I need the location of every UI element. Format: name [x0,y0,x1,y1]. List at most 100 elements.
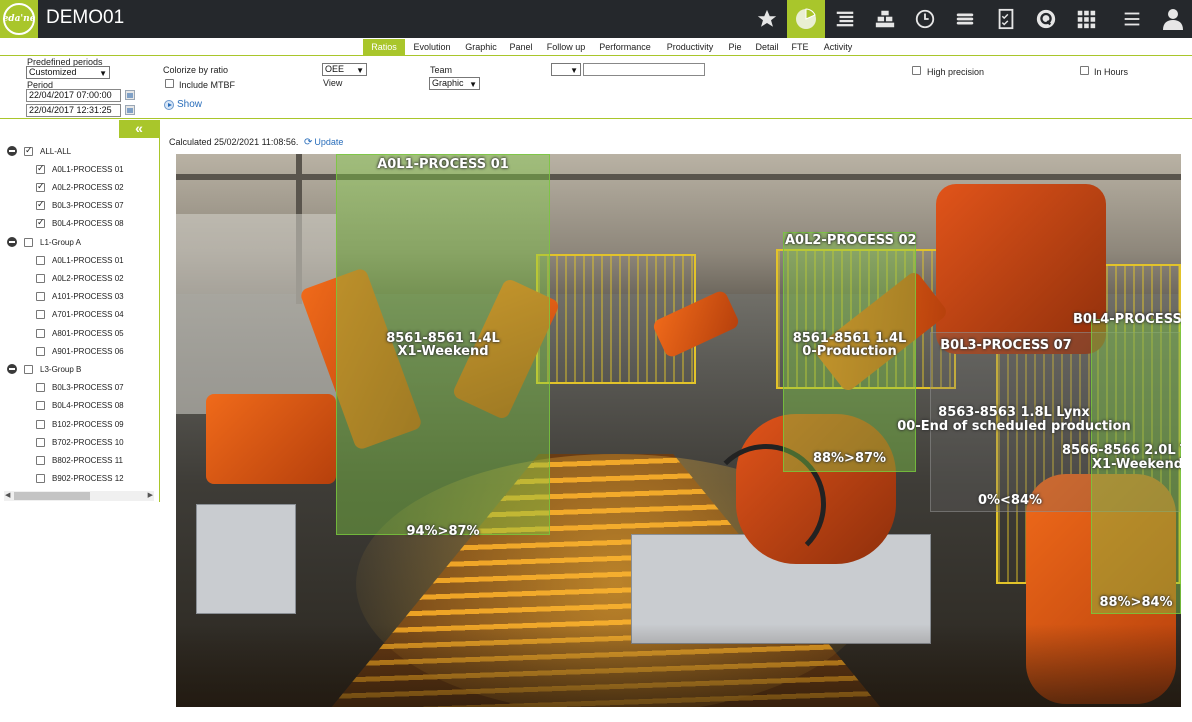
calendar-icon[interactable] [125,90,135,100]
tree-checkbox[interactable] [36,474,45,484]
tab-fte[interactable]: FTE [789,39,811,55]
zone-product: 8563-8563 1.8L Lynx [938,405,1090,420]
tree-checkbox[interactable] [36,199,45,211]
tree-item-label: B0L4-PROCESS 08 [52,401,124,411]
tree-checkbox[interactable] [36,181,45,192]
factory-image: A0L1-PROCESS 01 8561-8561 1.4L X1-Weeken… [176,154,1181,707]
clock-icon[interactable] [906,0,944,38]
tab-ratios[interactable]: Ratios [363,39,405,55]
scroll-left-icon[interactable]: ◀ [5,491,10,499]
tree-checkbox[interactable] [36,255,45,265]
tab-productivity[interactable]: Productivity [661,39,719,55]
tree-checkbox[interactable] [24,145,33,156]
quality-q-icon[interactable] [1027,0,1065,38]
star-icon[interactable] [748,0,786,38]
in-hours-checkbox[interactable] [1080,66,1089,75]
tree-item[interactable]: B0L4-PROCESS 08 [36,217,124,231]
collapse-sidebar-button[interactable]: « [119,120,159,138]
update-button[interactable]: ⟳ Update [304,137,343,148]
tree-item[interactable]: B702-PROCESS 10 [36,435,124,449]
zone-ratio: 88%>87% [812,451,887,466]
tree-item[interactable]: A0L1-PROCESS 01 [36,253,124,267]
team-label: Team [430,65,453,75]
tab-performance[interactable]: Performance [596,39,654,55]
tree-item-label: B0L4-PROCESS 08 [52,219,124,229]
calculated-timestamp: Calculated 25/02/2021 11:08:56. [169,137,299,147]
tree-item[interactable]: A901-PROCESS 06 [36,344,124,358]
tree-checkbox[interactable] [36,273,45,283]
tree-item[interactable]: A0L2-PROCESS 02 [36,271,124,285]
zone-title: B0L3-PROCESS 07 [940,338,1072,353]
list-bars-icon[interactable] [826,0,864,38]
grid-icon[interactable] [1067,0,1105,38]
tree-item-label: B802-PROCESS 11 [52,455,123,465]
tree-item[interactable]: B0L3-PROCESS 07 [36,381,124,395]
tree-item-label: A0L1-PROCESS 01 [52,255,124,265]
tree-item[interactable]: A0L2-PROCESS 02 [36,180,124,194]
calendar-icon[interactable] [125,105,135,115]
floor-shadow [176,624,1181,707]
period-end-input[interactable]: 22/04/2017 12:31:25 [26,104,121,117]
tree-item[interactable]: A801-PROCESS 05 [36,326,124,340]
tree-item-label: A801-PROCESS 05 [52,328,124,338]
tree-checkbox[interactable] [36,292,45,302]
tree-item[interactable]: B802-PROCESS 11 [36,453,123,467]
tab-graphic[interactable]: Graphic [462,39,500,55]
tab-detail[interactable]: Detail [752,39,782,55]
user-icon[interactable] [1154,0,1192,38]
tree-checkbox[interactable] [36,455,45,465]
collapse-minus-icon[interactable] [7,364,17,375]
coins-icon[interactable] [946,0,984,38]
tree-checkbox[interactable] [24,237,33,247]
app-title: DEMO01 [46,7,125,28]
stack-icon[interactable] [866,0,904,38]
team-select[interactable]: ▼ [551,63,581,76]
scroll-right-icon[interactable]: ▶ [148,491,153,499]
menu-icon[interactable] [1113,0,1151,38]
tree-item-label: L1-Group A [40,237,81,247]
view-select[interactable]: Graphic ▼ [429,77,480,90]
scrollbar-thumb[interactable] [14,492,90,500]
collapse-minus-icon[interactable] [7,146,17,156]
tree-checkbox[interactable] [36,383,45,393]
tree-item[interactable]: A0L1-PROCESS 01 [36,162,124,176]
tree-item[interactable]: B0L3-PROCESS 07 [36,199,124,213]
colorize-select[interactable]: OEE ▼ [322,63,367,76]
in-hours-label: In Hours [1094,67,1129,77]
pie-chart-icon[interactable] [787,0,825,38]
tree-scrollbar[interactable]: ◀ ▶ [4,491,154,501]
tree-item[interactable]: B902-PROCESS 12 [36,472,124,486]
tree-item[interactable]: A101-PROCESS 03 [36,290,124,304]
play-icon [164,99,174,110]
tree-checkbox[interactable] [24,364,33,374]
tree-checkbox[interactable] [36,217,45,229]
tree-checkbox[interactable] [36,328,45,338]
tab-panel[interactable]: Panel [506,39,536,55]
checklist-icon[interactable] [987,0,1025,38]
include-mtbf-checkbox[interactable] [165,79,174,88]
period-start-input[interactable]: 22/04/2017 07:00:00 [26,89,121,102]
high-precision-checkbox[interactable] [912,66,921,75]
tree-group[interactable]: L3-Group B [7,362,81,376]
show-button[interactable]: Show [164,99,202,110]
tree-checkbox[interactable] [36,163,45,174]
tree-checkbox[interactable] [36,401,45,411]
tree-group[interactable]: L1-Group A [7,235,81,249]
tree-item[interactable]: A701-PROCESS 04 [36,308,124,322]
tab-follow-up[interactable]: Follow up [543,39,589,55]
collapse-minus-icon[interactable] [7,237,17,247]
tree-checkbox[interactable] [36,346,45,356]
tree-checkbox[interactable] [36,419,45,429]
tree-checkbox[interactable] [36,310,45,320]
team-search-input[interactable] [583,63,705,76]
tab-evolution[interactable]: Evolution [409,39,455,55]
tree-group[interactable]: ALL-ALL [7,144,71,158]
predefined-periods-select[interactable]: Customized ▼ [26,66,110,79]
tab-pie[interactable]: Pie [725,39,745,55]
view-value: Graphic [432,78,464,88]
tree-item[interactable]: B102-PROCESS 09 [36,417,124,431]
logo[interactable]: eda'ne [0,0,38,38]
tree-item[interactable]: B0L4-PROCESS 08 [36,399,124,413]
tree-checkbox[interactable] [36,437,45,447]
tab-activity[interactable]: Activity [819,39,857,55]
